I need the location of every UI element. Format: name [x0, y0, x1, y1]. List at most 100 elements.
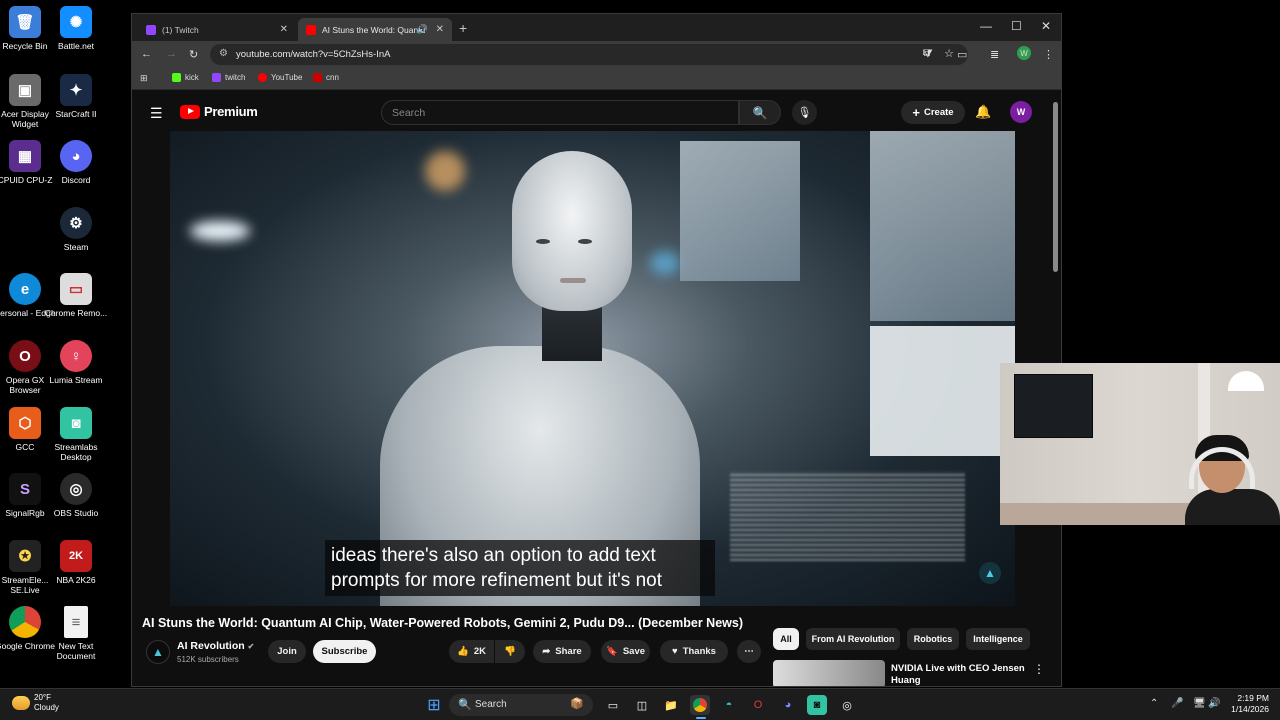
notifications-bell-icon[interactable]: 🔔	[975, 104, 991, 120]
plus-icon: +	[912, 105, 920, 120]
chip-all[interactable]: All	[773, 628, 799, 650]
taskbar-edge-icon[interactable]: ◓	[719, 695, 739, 715]
taskbar-opera-gx-icon[interactable]: O	[748, 695, 768, 715]
system-clock[interactable]: 2:19 PM 1/14/2026	[1225, 693, 1269, 715]
desktop-icon-new-text-document[interactable]: ≡ New Text Document	[43, 602, 109, 661]
file-explorer-icon[interactable]: 📁	[661, 695, 681, 715]
youtube-play-icon	[180, 104, 200, 119]
side-panel-icon[interactable]: ▭	[957, 48, 967, 61]
search-input[interactable]: Search	[381, 100, 739, 125]
search-icon: 🔍	[458, 699, 472, 711]
share-button[interactable]: ➦ Share	[533, 640, 591, 663]
streamer	[1185, 435, 1280, 525]
search-highlight-icon: 📦	[570, 698, 584, 710]
chrome-menu-icon[interactable]: ⋮	[1043, 48, 1054, 61]
site-info-icon[interactable]: ⚙	[219, 48, 228, 59]
page-scrollbar[interactable]	[1053, 102, 1058, 272]
like-button[interactable]: 👍 2K	[449, 640, 494, 663]
close-window-button[interactable]: ✕	[1041, 19, 1051, 33]
close-tab-icon[interactable]: ✕	[436, 24, 444, 35]
youtube-logo[interactable]: Premium	[180, 104, 258, 119]
desktop-icon-battlenet[interactable]: ✺ Battle.net	[43, 2, 109, 51]
background-monitor	[870, 326, 1015, 456]
recommended-thumbnail[interactable]	[773, 660, 885, 686]
extensions-icon[interactable]: ⧩	[923, 48, 933, 61]
chip-intelligence[interactable]: Intelligence	[966, 628, 1030, 650]
taskbar-search[interactable]: 🔍 Search 📦	[449, 694, 593, 716]
show-hidden-icons-chevron-icon[interactable]: ⌃	[1150, 698, 1158, 709]
desktop-icon-discord[interactable]: ◕ Discord	[43, 136, 109, 185]
desktop-icon-nba2k[interactable]: 2K NBA 2K26	[43, 536, 109, 585]
profile-avatar[interactable]: W	[1017, 46, 1031, 60]
dislike-button[interactable]: 👎	[495, 640, 525, 663]
more-actions-button[interactable]: ⋯	[737, 640, 761, 663]
video-caption: ideas there's also an option to add text…	[325, 540, 715, 596]
streamelements-icon: ✪	[9, 540, 41, 572]
video-title: AI Stuns the World: Quantum AI Chip, Wat…	[142, 616, 743, 630]
active-app-indicator	[696, 717, 706, 719]
bookmarks-bar: ⊞ kick twitch YouTube cnn	[132, 68, 1061, 90]
new-tab-button[interactable]: +	[459, 20, 467, 36]
start-button[interactable]: ⊞	[424, 695, 444, 715]
bookmark-star-icon[interactable]: ☆	[944, 47, 954, 60]
desktop-icon-streamlabs[interactable]: ◙ Streamlabs Desktop	[43, 403, 109, 462]
taskbar-obs-icon[interactable]: ◎	[837, 695, 857, 715]
taskbar-discord-icon[interactable]: ◕	[778, 695, 798, 715]
taskbar-streamlabs-icon[interactable]: ◙	[807, 695, 827, 715]
tab-twitch[interactable]: (1) Twitch ✕	[138, 18, 296, 41]
task-view-icon[interactable]: ▭	[603, 695, 623, 715]
voice-search-button[interactable]: 🎙	[792, 100, 817, 125]
channel-avatar[interactable]: ▲	[146, 640, 170, 664]
glitch-overlay	[730, 471, 965, 561]
back-button[interactable]: ←	[141, 48, 152, 60]
bookmark-twitch[interactable]: twitch	[212, 73, 245, 82]
join-button[interactable]: Join	[268, 640, 306, 663]
apps-grid-icon[interactable]: ⊞	[140, 73, 148, 84]
address-toolbar: ← → ↻ ⚙ youtube.com/watch?v=5ChZsHs-InA …	[132, 41, 1061, 68]
thanks-button[interactable]: ♥ Thanks	[660, 640, 728, 663]
channel-watermark-icon[interactable]: ▲	[979, 562, 1001, 584]
desktop-icon-lumia-stream[interactable]: ♀ Lumia Stream	[43, 336, 109, 385]
desktop-icon-obs[interactable]: ◎ OBS Studio	[43, 469, 109, 518]
streamlabs-icon: ◙	[60, 407, 92, 439]
bokeh-light	[650, 251, 680, 275]
guide-menu-icon[interactable]: ☰	[150, 105, 163, 122]
desktop-icon-starcraft[interactable]: ✦ StarCraft II	[43, 70, 109, 119]
subscribe-button[interactable]: Subscribe	[313, 640, 376, 663]
forward-button[interactable]: →	[166, 48, 177, 60]
search-button[interactable]: 🔍	[739, 100, 781, 125]
recommended-video[interactable]: NVIDIA Live with CEO Jensen Huang ⋮	[773, 660, 1053, 686]
address-bar[interactable]: ⚙ youtube.com/watch?v=5ChZsHs-InA ⧉ ☆	[210, 44, 968, 65]
save-button[interactable]: 🔖 Save	[601, 640, 650, 663]
bookmark-kick[interactable]: kick	[172, 73, 199, 82]
desktop-icon-chrome-remote[interactable]: ▭ Chrome Remo...	[43, 269, 109, 318]
more-vertical-icon[interactable]: ⋮	[1033, 662, 1045, 676]
share-icon: ➦	[542, 646, 551, 657]
tab-youtube[interactable]: AI Stuns the World: Quantu 🔊 ✕	[298, 18, 452, 41]
recommended-title[interactable]: NVIDIA Live with CEO Jensen Huang	[891, 663, 1026, 686]
reload-button[interactable]: ↻	[189, 48, 198, 61]
channel-name[interactable]: AI Revolution ✔	[177, 640, 254, 652]
weather-widget[interactable]: 20°F Cloudy	[12, 693, 59, 713]
volume-icon[interactable]: 🔊	[1208, 698, 1220, 709]
youtube-page: ☰ Premium Search 🔍 🎙 + Create 🔔 W ideas …	[132, 94, 1061, 686]
chip-from-ai-revolution[interactable]: From AI Revolution	[806, 628, 900, 650]
account-avatar[interactable]: W	[1010, 101, 1032, 123]
bookmark-cnn[interactable]: cnn	[313, 73, 339, 82]
taskbar-chrome-icon[interactable]	[690, 695, 710, 715]
reading-list-icon[interactable]: ≣	[990, 48, 999, 61]
cpuz-icon: ▦	[9, 140, 41, 172]
video-player[interactable]: ideas there's also an option to add text…	[170, 131, 1015, 606]
desktop-icon-steam[interactable]: ⚙ Steam	[43, 203, 109, 252]
maximize-button[interactable]: ☐	[1011, 19, 1022, 33]
minimize-button[interactable]: —	[980, 19, 992, 33]
close-tab-icon[interactable]: ✕	[280, 24, 288, 35]
ceiling-lamp	[1228, 371, 1264, 391]
widgets-icon[interactable]: ◫	[632, 695, 652, 715]
chip-robotics[interactable]: Robotics	[907, 628, 959, 650]
bookmark-youtube[interactable]: YouTube	[258, 73, 302, 82]
audio-playing-icon[interactable]: 🔊	[417, 24, 428, 35]
network-icon[interactable]: 🖥	[1193, 698, 1206, 709]
microphone-tray-icon[interactable]: 🎤	[1171, 698, 1183, 709]
create-button[interactable]: + Create	[901, 101, 965, 124]
